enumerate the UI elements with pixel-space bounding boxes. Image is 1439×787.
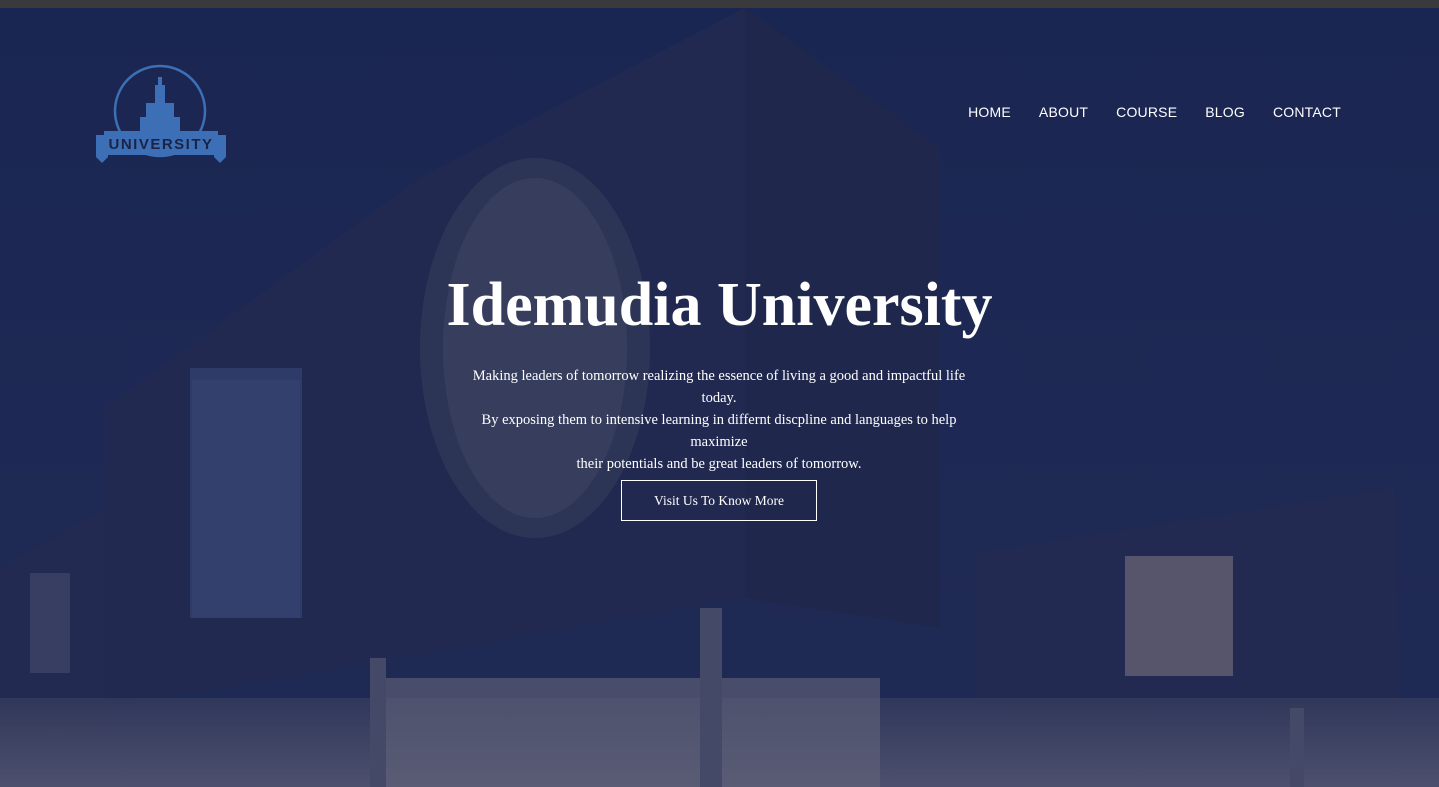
hero-subtitle-line-1: Making leaders of tomorrow realizing the… — [472, 368, 966, 406]
hero-title: Idemudia University — [446, 271, 993, 339]
browser-top-bar — [0, 0, 1439, 8]
hero-subtitle-line-3: their potentials and be great leaders of… — [576, 456, 862, 472]
nav-about-link[interactable]: ABOUT — [1039, 104, 1088, 120]
hero-subtitle-line-2: By exposing them to intensive learning i… — [481, 412, 957, 450]
hero-subtitle: Making leaders of tomorrow realizing the… — [454, 365, 984, 475]
visit-us-button[interactable]: Visit Us To Know More — [621, 480, 817, 521]
nav-blog-link[interactable]: BLOG — [1205, 104, 1245, 120]
main-nav: HOME ABOUT COURSE BLOG CONTACT — [968, 104, 1341, 120]
university-logo[interactable]: UNIVERSITY — [96, 63, 226, 163]
university-logo-icon: UNIVERSITY — [96, 64, 226, 163]
nav-contact-link[interactable]: CONTACT — [1273, 104, 1341, 120]
nav-home-link[interactable]: HOME — [968, 104, 1011, 120]
hero-section: UNIVERSITY HOME ABOUT COURSE BLOG CONTAC… — [0, 8, 1439, 787]
nav-course-link[interactable]: COURSE — [1116, 104, 1177, 120]
logo-text: UNIVERSITY — [108, 136, 213, 153]
